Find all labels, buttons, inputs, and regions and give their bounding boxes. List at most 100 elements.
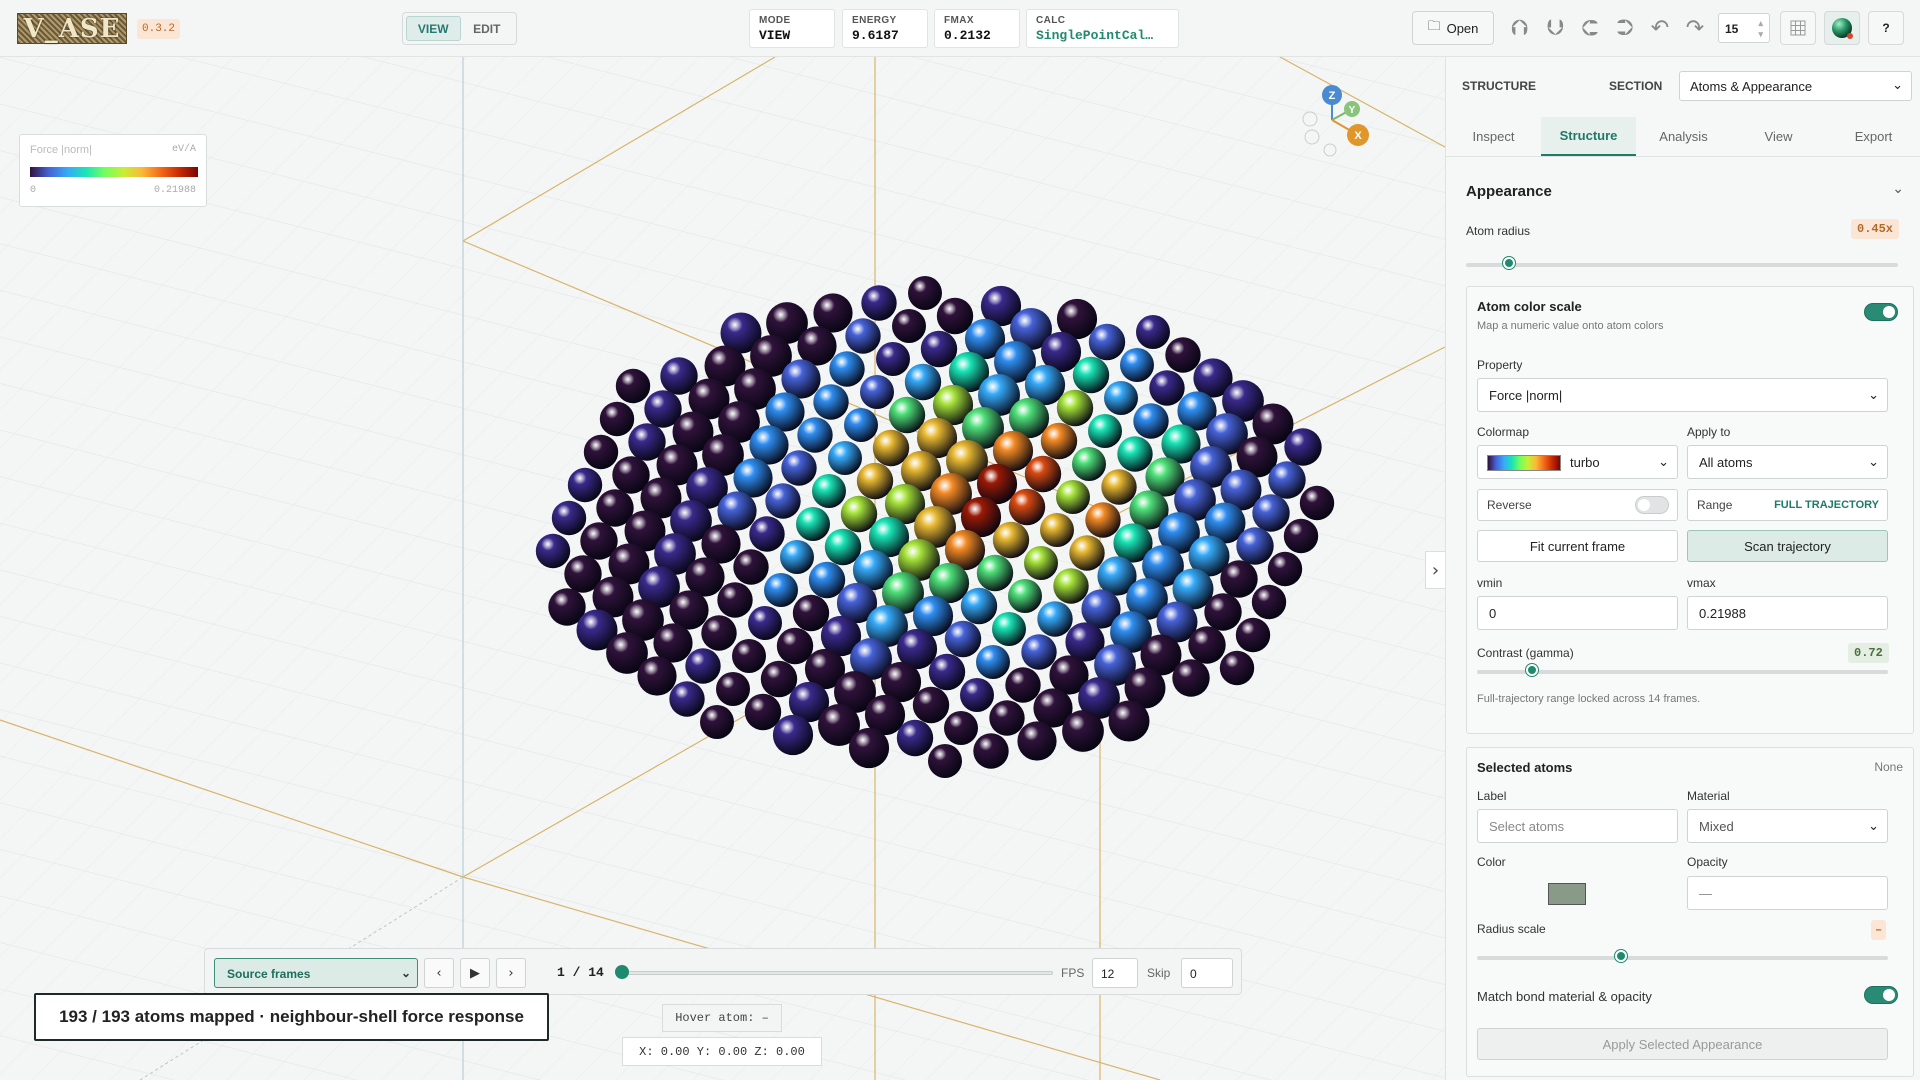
atom-sphere[interactable] xyxy=(1088,414,1122,448)
atom-sphere[interactable] xyxy=(700,705,734,739)
atom-sphere[interactable] xyxy=(551,500,587,536)
atom-sphere[interactable] xyxy=(976,645,1010,679)
timeline-thumb[interactable] xyxy=(615,965,629,979)
atom-sphere[interactable] xyxy=(764,573,798,607)
atom-sphere[interactable] xyxy=(717,582,753,618)
gamma-slider[interactable] xyxy=(1477,670,1888,674)
atom-sphere[interactable] xyxy=(781,450,817,486)
atom-sphere[interactable] xyxy=(1104,381,1138,415)
atom-sphere[interactable] xyxy=(1165,337,1201,373)
property-select[interactable]: Force |norm| ⌄ xyxy=(1477,378,1888,412)
play-button[interactable]: ▶ xyxy=(460,958,490,988)
reverse-toggle[interactable] xyxy=(1635,496,1669,514)
tab-analysis[interactable]: Analysis xyxy=(1636,117,1731,156)
atom-sphere[interactable] xyxy=(1220,560,1258,598)
prev-frame-button[interactable]: ‹ xyxy=(424,958,454,988)
radius-scale-slider[interactable] xyxy=(1477,956,1888,960)
atom-sphere[interactable] xyxy=(1069,535,1105,571)
atom-radius-knob[interactable] xyxy=(1503,257,1515,269)
atom-sphere[interactable] xyxy=(1101,469,1137,505)
chevron-down-icon[interactable]: ⌄ xyxy=(1892,181,1904,197)
atom-sphere[interactable] xyxy=(567,467,603,503)
atom-sphere[interactable] xyxy=(1008,488,1046,526)
rotate-down-icon[interactable]: ⮋ xyxy=(1540,11,1570,45)
atom-sphere[interactable] xyxy=(1283,518,1319,554)
help-button[interactable]: ? xyxy=(1868,11,1904,45)
atom-sphere[interactable] xyxy=(989,700,1025,736)
atom-sphere[interactable] xyxy=(1219,650,1255,686)
tab-export[interactable]: Export xyxy=(1826,117,1920,156)
atom-sphere[interactable] xyxy=(892,309,926,343)
atom-sphere[interactable] xyxy=(1053,568,1089,604)
atom-sphere[interactable] xyxy=(973,733,1009,769)
atom-sphere[interactable] xyxy=(796,507,830,541)
scene-canvas[interactable]: Z Y X xyxy=(0,57,1445,1080)
atom-sphere[interactable] xyxy=(1021,634,1057,670)
match-bond-toggle[interactable] xyxy=(1864,986,1898,1004)
atom-sphere[interactable] xyxy=(1072,447,1106,481)
atom-sphere[interactable] xyxy=(928,744,962,778)
atom-sphere[interactable] xyxy=(1267,551,1303,587)
undo-icon[interactable]: ↶ xyxy=(1645,11,1675,45)
atom-sphere[interactable] xyxy=(685,648,721,684)
redo-icon[interactable]: ↷ xyxy=(1680,11,1710,45)
atom-sphere[interactable] xyxy=(1136,315,1170,349)
apply-selected-appearance-button[interactable]: Apply Selected Appearance xyxy=(1477,1028,1888,1060)
atom-sphere[interactable] xyxy=(1252,494,1290,532)
atom-sphere[interactable] xyxy=(960,587,998,625)
atom-sphere[interactable] xyxy=(716,672,750,706)
scan-trajectory-button[interactable]: Scan trajectory xyxy=(1687,530,1888,562)
grid-toggle-button[interactable] xyxy=(1780,11,1816,45)
atom-sphere[interactable] xyxy=(1005,667,1041,703)
rotation-step-input[interactable]: 15 ▴ ▾ xyxy=(1718,13,1770,43)
rotate-left-icon[interactable]: ⮈ xyxy=(1575,11,1605,45)
atom-sphere[interactable] xyxy=(1236,527,1274,565)
atom-sphere[interactable] xyxy=(1149,370,1185,406)
tab-view[interactable]: View xyxy=(1731,117,1826,156)
range-mode-value[interactable]: FULL TRAJECTORY xyxy=(1774,499,1879,511)
atom-sphere[interactable] xyxy=(1017,721,1057,761)
atom-sphere[interactable] xyxy=(1299,485,1335,521)
source-select[interactable]: Source frames ⌄ xyxy=(214,958,418,988)
atom-sphere[interactable] xyxy=(765,483,801,519)
atom-sphere[interactable] xyxy=(1062,710,1104,752)
atom-sphere[interactable] xyxy=(1235,617,1271,653)
atom-sphere[interactable] xyxy=(1268,461,1306,499)
atom-sphere[interactable] xyxy=(1056,389,1094,427)
atom-sphere[interactable] xyxy=(1120,348,1154,382)
vmax-input[interactable]: 0.21988 xyxy=(1687,596,1888,630)
collapse-panel-button[interactable]: › xyxy=(1425,551,1445,589)
atom-sphere[interactable] xyxy=(1040,513,1074,547)
atom-sphere[interactable] xyxy=(896,719,934,757)
rotate-up-icon[interactable]: ⮉ xyxy=(1505,11,1535,45)
atom-sphere[interactable] xyxy=(732,639,766,673)
atom-sphere[interactable] xyxy=(583,434,619,470)
atom-sphere[interactable] xyxy=(908,276,942,310)
open-button[interactable]: 🗀 Open xyxy=(1412,11,1494,45)
rotate-right-icon[interactable]: ⮊ xyxy=(1610,11,1640,45)
atom-sphere[interactable] xyxy=(1188,626,1226,664)
atom-sphere[interactable] xyxy=(749,516,785,552)
atom-sphere[interactable] xyxy=(1117,436,1153,472)
atom-sphere[interactable] xyxy=(701,615,737,651)
atom-sphere[interactable] xyxy=(960,678,994,712)
atom-sphere[interactable] xyxy=(599,401,635,437)
next-frame-button[interactable]: › xyxy=(496,958,526,988)
skip-input[interactable]: 0 xyxy=(1181,958,1233,988)
atom-sphere[interactable] xyxy=(848,727,890,769)
atom-sphere[interactable] xyxy=(748,606,782,640)
atom-sphere[interactable] xyxy=(615,368,651,404)
atom-sphere[interactable] xyxy=(637,656,677,696)
atom-sphere[interactable] xyxy=(992,612,1026,646)
atom-sphere[interactable] xyxy=(944,711,978,745)
label-input[interactable]: Select atoms xyxy=(1477,809,1678,843)
apply-to-select[interactable]: All atoms ⌄ xyxy=(1687,445,1888,479)
atom-sphere[interactable] xyxy=(1172,659,1210,697)
color-scale-toggle[interactable] xyxy=(1864,303,1898,321)
atom-sphere[interactable] xyxy=(1024,546,1058,580)
atom-sphere[interactable] xyxy=(845,318,881,354)
tab-inspect[interactable]: Inspect xyxy=(1446,117,1541,156)
atom-sphere[interactable] xyxy=(535,533,571,569)
fps-input[interactable]: 12 xyxy=(1092,958,1138,988)
atom-sphere[interactable] xyxy=(733,549,769,585)
